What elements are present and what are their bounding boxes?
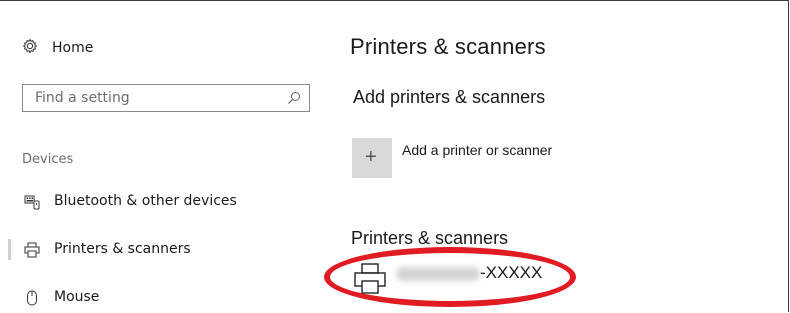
add-section-title: Add printers & scanners <box>353 87 546 107</box>
sidebar-item-bluetooth[interactable]: Bluetooth & other devices <box>0 188 320 216</box>
search-input[interactable]: Find a setting <box>22 84 310 112</box>
sidebar-section-title: Devices <box>22 152 74 167</box>
keyboard-icon <box>24 194 40 214</box>
sidebar-item-label: Printers & scanners <box>54 241 191 257</box>
sidebar-item-printers[interactable]: Printers & scanners <box>0 236 320 264</box>
search-placeholder: Find a setting <box>35 90 130 106</box>
selected-indicator <box>8 239 11 260</box>
sidebar-item-label: Mouse <box>54 289 100 305</box>
plus-icon: + <box>365 146 377 168</box>
page-title: Printers & scanners <box>350 34 546 59</box>
sidebar-item-label: Bluetooth & other devices <box>54 193 237 209</box>
gear-icon <box>22 38 38 58</box>
home-label: Home <box>52 40 94 56</box>
add-printer-button[interactable]: + <box>352 138 392 178</box>
highlight-ellipse <box>324 247 576 307</box>
sidebar-item-mouse[interactable]: Mouse <box>0 284 320 312</box>
mouse-icon <box>24 290 40 310</box>
sidebar: Home Find a setting Devices Bluetooth & … <box>0 0 330 313</box>
add-printer-label[interactable]: Add a printer or scanner <box>402 142 552 158</box>
printer-icon <box>24 242 40 262</box>
home-nav[interactable]: Home <box>22 38 93 58</box>
printers-list-title: Printers & scanners <box>351 228 509 248</box>
search-icon[interactable] <box>287 90 301 109</box>
